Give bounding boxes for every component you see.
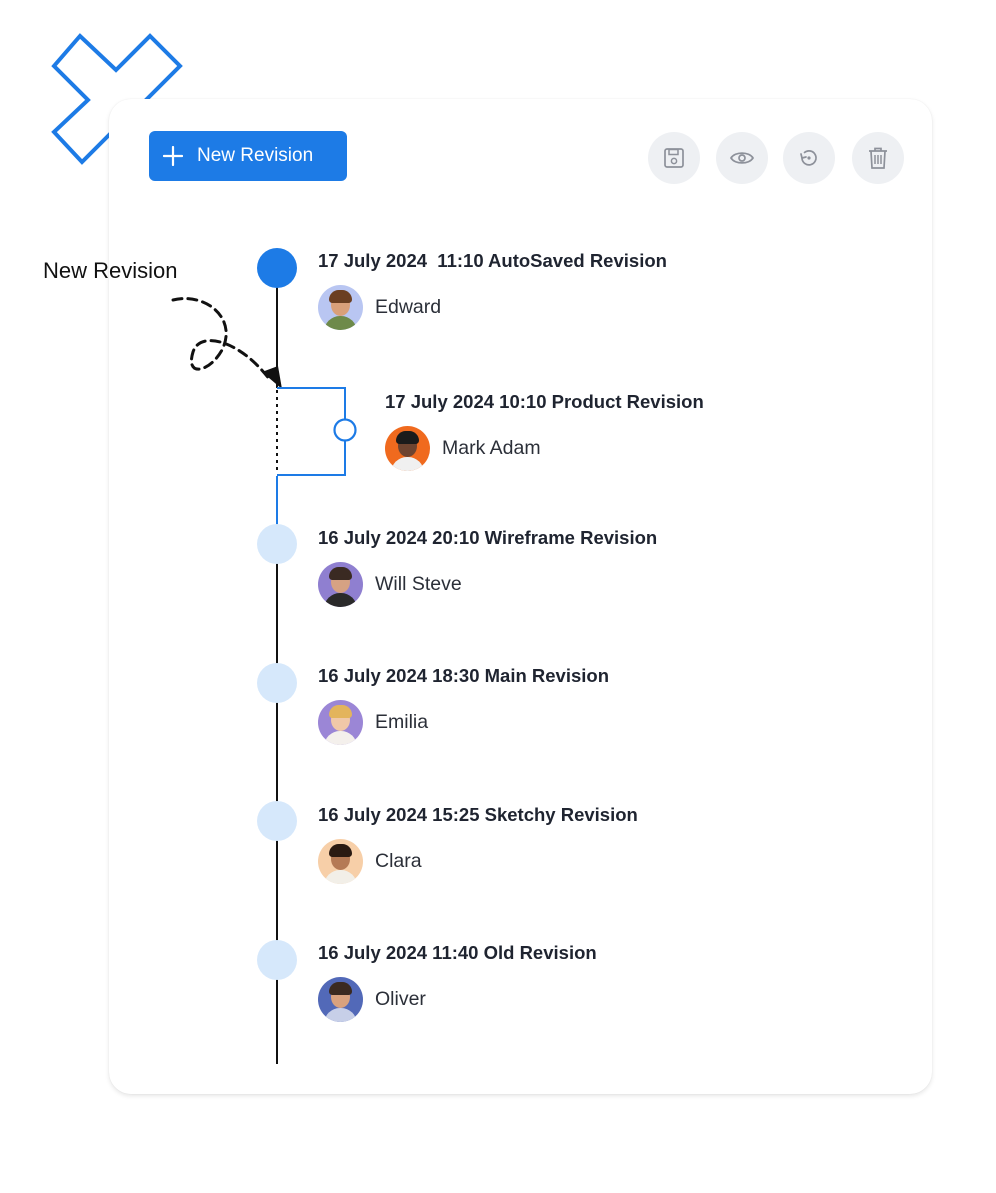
revision-author: Will Steve — [375, 573, 462, 595]
timeline-node[interactable] — [257, 801, 297, 841]
avatar — [318, 562, 363, 607]
timeline-node[interactable] — [257, 524, 297, 564]
avatar — [385, 426, 430, 471]
avatar — [318, 285, 363, 330]
revision-title: 16 July 2024 20:10 Wireframe Revision — [318, 527, 658, 548]
avatar — [318, 700, 363, 745]
revision-entry[interactable]: 16 July 2024 18:30 Main Revision Emilia — [318, 665, 609, 745]
avatar — [318, 977, 363, 1022]
timeline-node-active[interactable] — [257, 248, 297, 288]
revision-author: Mark Adam — [442, 437, 541, 459]
avatar — [318, 839, 363, 884]
revision-entry[interactable]: 16 July 2024 20:10 Wireframe Revision Wi… — [318, 527, 657, 607]
revision-title: 16 July 2024 11:40 Old Revision — [318, 942, 597, 963]
revision-author: Edward — [375, 296, 442, 318]
revision-author: Oliver — [375, 988, 426, 1010]
timeline-node[interactable] — [257, 663, 297, 703]
revision-entry[interactable]: 16 July 2024 15:25 Sketchy Revision Clar… — [318, 804, 638, 884]
timeline-node[interactable] — [257, 940, 297, 980]
revision-author: Clara — [375, 850, 422, 872]
revision-author: Emilia — [375, 711, 429, 733]
annotation-arrow — [171, 297, 272, 382]
revision-title: 17 July 2024 10:10 Product Revision — [385, 391, 704, 412]
arrow-head — [262, 366, 282, 389]
branch-node[interactable] — [333, 418, 357, 442]
revision-entry[interactable]: 16 July 2024 11:40 Old Revision Oliver — [318, 942, 597, 1022]
revision-title: 16 July 2024 15:25 Sketchy Revision — [318, 804, 638, 825]
revision-title: 17 July 2024 11:10 AutoSaved Revision — [318, 250, 667, 271]
revision-title: 16 July 2024 18:30 Main Revision — [318, 665, 610, 686]
revision-entry[interactable]: 17 July 2024 10:10 Product Revision Mark… — [385, 391, 704, 471]
revision-entry[interactable]: 17 July 2024 11:10 AutoSaved Revision Ed… — [318, 250, 667, 330]
